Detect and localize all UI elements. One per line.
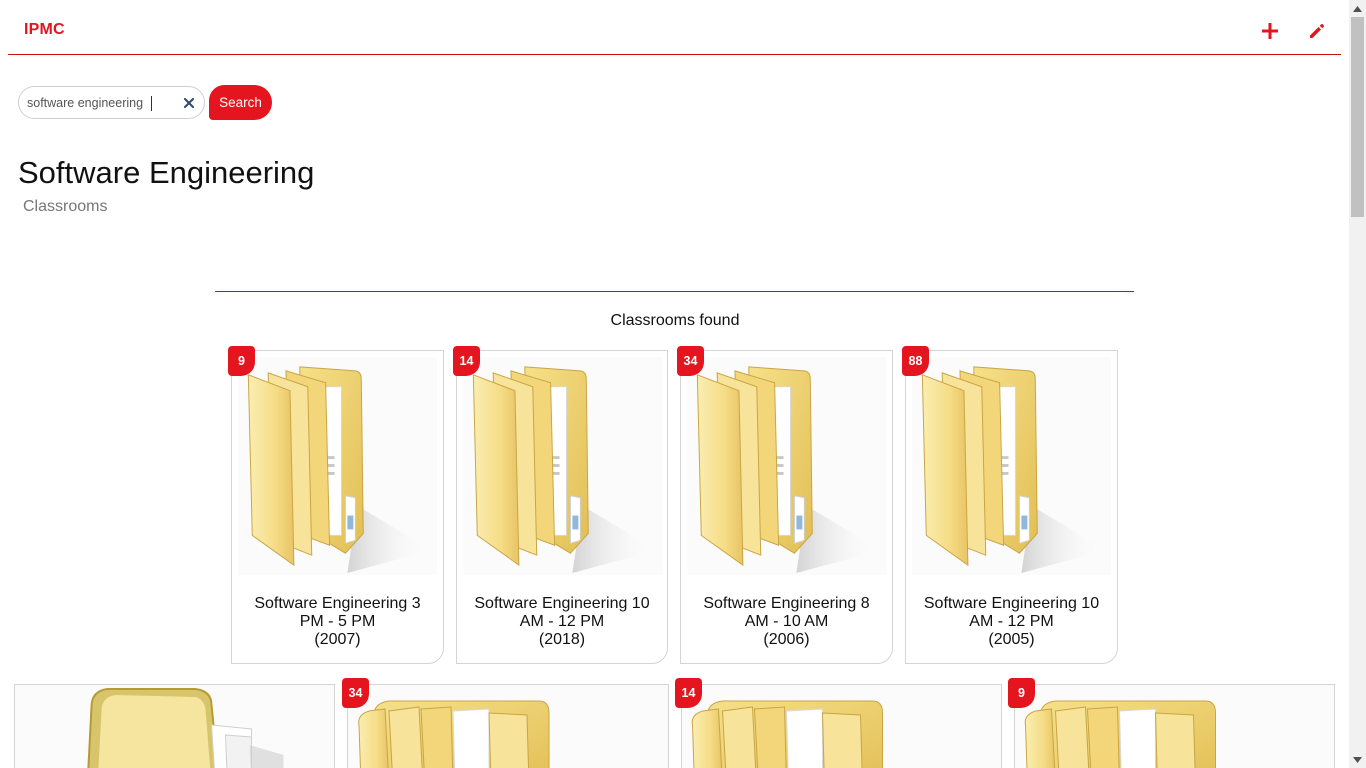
classroom-year: (2006) (763, 631, 810, 648)
page-subtitle: Classrooms (23, 198, 108, 215)
section-divider (215, 291, 1134, 292)
folder-icon (687, 357, 886, 575)
folder-image (1015, 685, 1334, 768)
classroom-name: Software Engineering 8 (703, 595, 870, 612)
student-count-badge: 14 (675, 678, 702, 708)
classroom-caption: Software Engineering 10 AM - 12 PM (2005… (906, 595, 1117, 649)
page-title: Software Engineering (18, 155, 315, 190)
edit-button[interactable] (1304, 18, 1330, 44)
classroom-time: AM - 12 PM (969, 613, 1054, 630)
search-button[interactable]: Search (209, 85, 272, 120)
classroom-name: Software Engineering 10 (923, 595, 1100, 612)
classroom-card[interactable]: Software Engineering 8 AM - 10 AM (2006) (680, 350, 893, 664)
classroom-name: Software Engineering 3 (254, 595, 421, 612)
folder-image (687, 357, 886, 575)
clear-search-button[interactable] (181, 95, 197, 111)
classroom-card[interactable]: Software Engineering 10 AM - 12 PM (2005… (905, 350, 1118, 664)
folder-image (682, 685, 1001, 768)
classroom-card[interactable]: Software Engineering 10 AM - 12 PM (2018… (456, 350, 668, 664)
classroom-year: (2007) (314, 631, 361, 648)
book-image (15, 685, 334, 768)
folder-icon (912, 357, 1111, 575)
classroom-time: PM - 5 PM (299, 613, 376, 630)
course-card[interactable] (14, 684, 335, 768)
folder-image (238, 357, 437, 575)
results-label: Classrooms found (610, 312, 740, 329)
brand-logo[interactable]: IPMC (24, 21, 65, 39)
classroom-caption: Software Engineering 3 PM - 5 PM (2007) (232, 595, 443, 649)
scroll-down-arrow[interactable] (1349, 751, 1366, 768)
student-count-badge: 14 (453, 346, 480, 376)
scroll-up-arrow[interactable] (1349, 0, 1366, 17)
pencil-icon (1310, 23, 1325, 38)
book-icon (15, 685, 334, 768)
classroom-year: (2005) (988, 631, 1035, 648)
folder-icon (1015, 685, 1334, 768)
classroom-card[interactable] (347, 684, 669, 768)
search-box (18, 86, 205, 119)
folder-icon (463, 357, 662, 575)
classroom-card[interactable]: Software Engineering 3 PM - 5 PM (2007) (231, 350, 444, 664)
folder-icon (682, 685, 1001, 768)
text-caret (151, 96, 152, 111)
classroom-card[interactable] (1014, 684, 1335, 768)
classroom-caption: Software Engineering 10 AM - 12 PM (2018… (457, 595, 667, 649)
scrollbar-thumb[interactable] (1351, 17, 1364, 217)
student-count-badge: 9 (1008, 678, 1035, 708)
classroom-time: AM - 10 AM (744, 613, 829, 630)
close-icon (184, 98, 194, 108)
classroom-name: Software Engineering 10 (474, 595, 650, 612)
add-button[interactable] (1257, 18, 1283, 44)
classroom-time: AM - 12 PM (519, 613, 605, 630)
top-navbar: IPMC (8, 0, 1341, 55)
classroom-card[interactable] (681, 684, 1002, 768)
folder-image (463, 357, 662, 575)
vertical-scrollbar[interactable] (1349, 0, 1366, 768)
student-count-badge: 9 (228, 346, 255, 376)
search-input[interactable] (27, 94, 177, 112)
plus-icon (1262, 23, 1278, 39)
student-count-badge: 34 (342, 678, 369, 708)
student-count-badge: 88 (902, 346, 929, 376)
folder-icon (348, 685, 668, 768)
classroom-year: (2018) (538, 631, 586, 648)
folder-image (912, 357, 1111, 575)
student-count-badge: 34 (677, 346, 704, 376)
folder-icon (238, 357, 437, 575)
folder-image (348, 685, 668, 768)
classroom-caption: Software Engineering 8 AM - 10 AM (2006) (681, 595, 892, 649)
